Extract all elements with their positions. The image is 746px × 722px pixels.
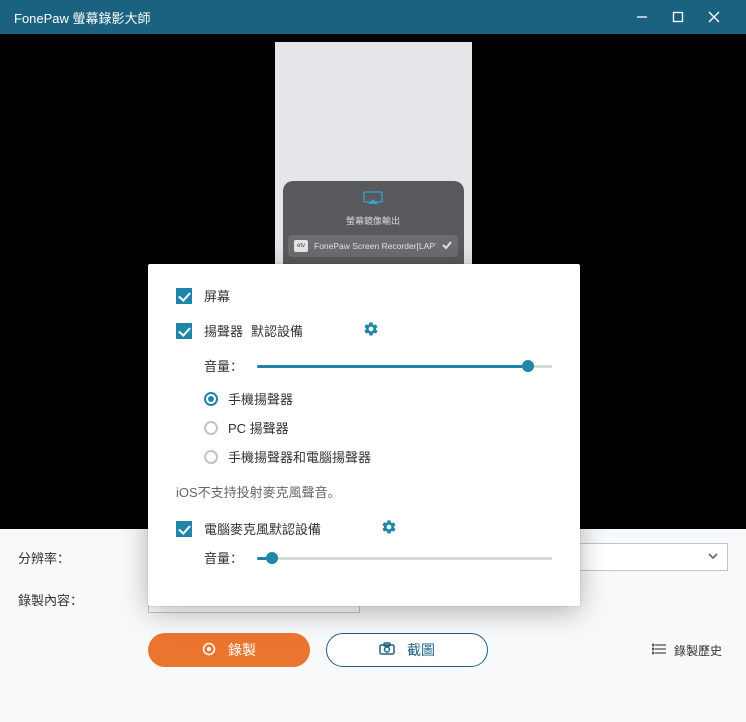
device-preview: 螢幕鏡像輸出 etv FonePaw Screen Recorder[LAPTO xyxy=(275,42,472,267)
airplay-sheet: 螢幕鏡像輸出 etv FonePaw Screen Recorder[LAPTO xyxy=(283,181,464,267)
radio-label: 手機揚聲器 xyxy=(228,389,293,408)
close-button[interactable] xyxy=(696,0,732,34)
radio-off-icon xyxy=(204,450,218,464)
screen-checkbox[interactable] xyxy=(176,288,192,304)
screenshot-button-label: 截圖 xyxy=(407,640,435,660)
mic-volume-slider[interactable] xyxy=(257,549,552,567)
sheet-title: 螢幕鏡像輸出 xyxy=(346,214,400,227)
resolution-label: 分辨率： xyxy=(18,548,148,567)
mirroring-target-label: FonePaw Screen Recorder[LAPTO xyxy=(314,241,436,251)
speaker-volume-label: 音量： xyxy=(204,356,243,375)
minimize-button[interactable] xyxy=(624,0,660,34)
screenshot-button[interactable]: 截圖 xyxy=(326,633,488,667)
mirroring-target-row[interactable]: etv FonePaw Screen Recorder[LAPTO xyxy=(288,235,458,257)
mic-checkbox[interactable] xyxy=(176,521,192,537)
record-button[interactable]: 錄製 xyxy=(148,633,310,667)
screen-checkbox-label: 屏幕 xyxy=(204,286,230,305)
speaker-volume-slider[interactable] xyxy=(257,357,552,375)
speaker-device: 默認設備 xyxy=(251,321,303,340)
ios-mic-note: iOS不支持投射麥克風聲音。 xyxy=(176,482,552,501)
history-label: 錄製歷史 xyxy=(674,642,722,659)
speaker-option-phone[interactable]: 手機揚聲器 xyxy=(204,389,552,408)
mic-label: 電腦麥克風默認設備 xyxy=(204,519,321,538)
check-icon xyxy=(442,237,452,255)
screen-mirror-icon xyxy=(363,191,383,210)
mic-settings-icon[interactable] xyxy=(381,519,397,538)
record-icon xyxy=(202,642,216,659)
list-icon xyxy=(652,643,666,658)
radio-off-icon xyxy=(204,421,218,435)
speaker-option-both[interactable]: 手機揚聲器和電腦揚聲器 xyxy=(204,447,552,466)
radio-label: PC 揚聲器 xyxy=(228,418,289,437)
speaker-option-pc[interactable]: PC 揚聲器 xyxy=(204,418,552,437)
record-content-popover: 屏幕 揚聲器 默認設備 音量： 手機揚聲器 PC 揚聲器 手機揚聲器和電腦揚聲器… xyxy=(148,264,580,606)
window-title: FonePaw 螢幕錄影大師 xyxy=(14,8,624,27)
radio-on-icon xyxy=(204,392,218,406)
apple-tv-icon: etv xyxy=(294,240,308,252)
maximize-button[interactable] xyxy=(660,0,696,34)
speaker-checkbox[interactable] xyxy=(176,323,192,339)
camera-icon xyxy=(379,642,395,659)
speaker-label: 揚聲器 xyxy=(204,321,243,340)
record-content-label: 錄製內容： xyxy=(18,590,148,609)
record-button-label: 錄製 xyxy=(228,640,256,660)
chevron-down-icon xyxy=(707,550,719,565)
mic-volume-label: 音量： xyxy=(204,548,243,567)
radio-label: 手機揚聲器和電腦揚聲器 xyxy=(228,447,371,466)
history-button[interactable]: 錄製歷史 xyxy=(652,642,728,659)
speaker-settings-icon[interactable] xyxy=(363,321,379,340)
